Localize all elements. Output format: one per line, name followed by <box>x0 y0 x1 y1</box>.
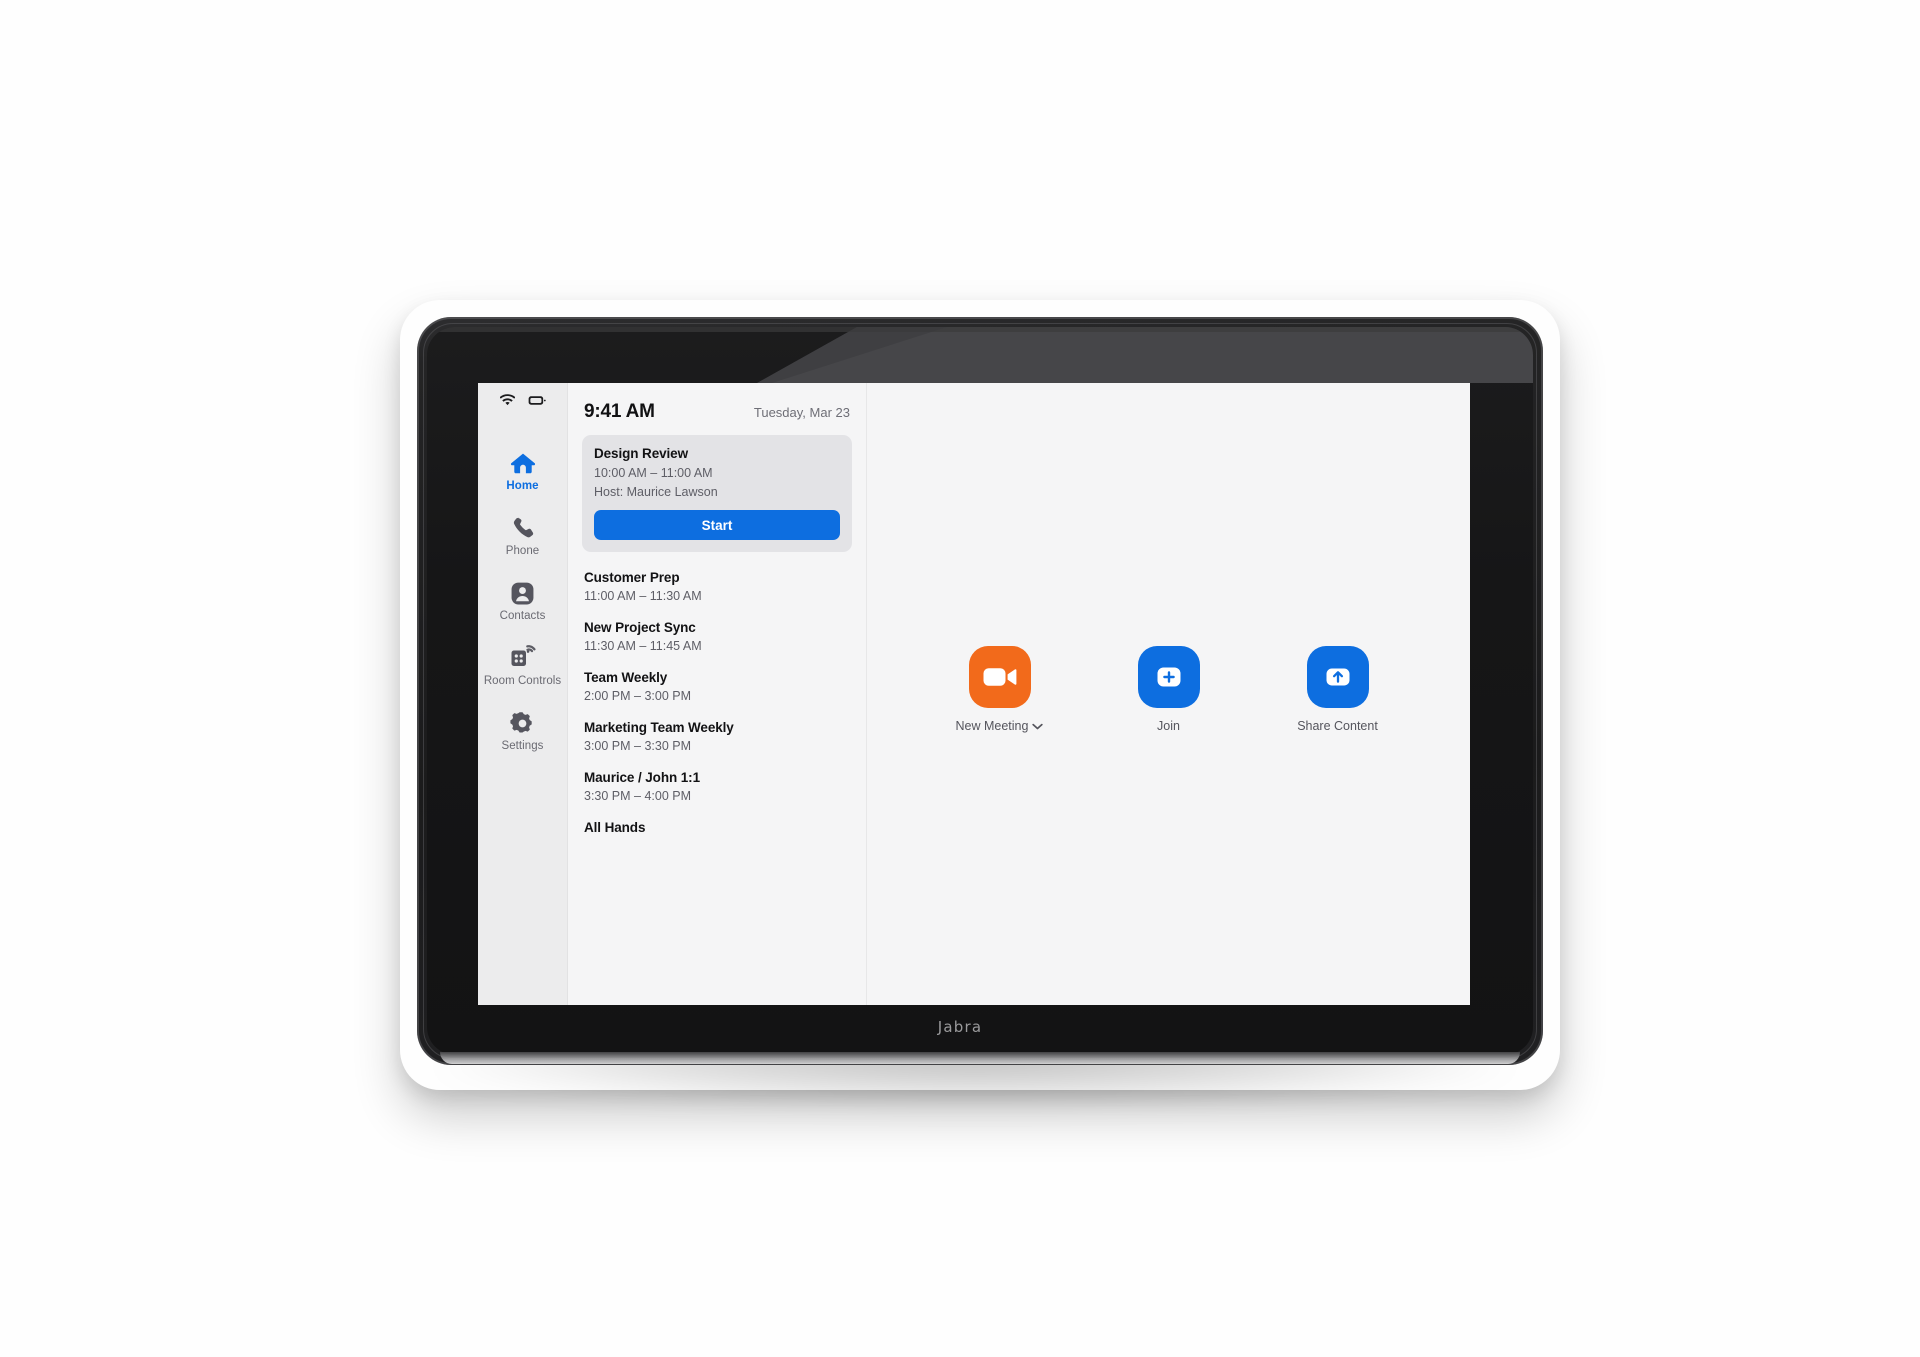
list-item[interactable]: Marketing Team Weekly 3:00 PM – 3:30 PM <box>582 712 852 762</box>
meeting-host: Host: Maurice Lawson <box>594 485 718 499</box>
status-bar <box>478 383 567 417</box>
action-label: Share Content <box>1297 718 1378 733</box>
quick-actions-panel: New Meeting Join Share Content <box>867 383 1470 1005</box>
sidebar-item-label: Home <box>506 480 539 492</box>
share-content-tile <box>1306 645 1369 708</box>
list-item[interactable]: Customer Prep 11:00 AM – 11:30 AM <box>582 562 852 612</box>
meeting-time: 3:30 PM – 4:00 PM <box>584 789 692 803</box>
sidebar-item-label: Room Controls <box>483 675 562 687</box>
join-button[interactable]: Join <box>1109 645 1229 733</box>
meeting-header: 9:41 AM Tuesday, Mar 23 <box>582 383 852 435</box>
phone-icon <box>509 514 537 542</box>
meeting-time: 2:00 PM – 3:00 PM <box>584 689 692 703</box>
action-label: New Meeting <box>955 718 1029 733</box>
gear-icon <box>509 709 537 737</box>
sidebar-item-label: Contacts <box>499 610 546 622</box>
wifi-icon <box>498 393 516 411</box>
meeting-title: Design Review <box>594 446 688 461</box>
sidebar-item-home[interactable]: Home <box>482 449 564 493</box>
current-meeting-card[interactable]: Design Review 10:00 AM – 11:00 AM Host: … <box>582 435 852 552</box>
share-content-label-wrap: Share Content <box>1297 719 1378 733</box>
plus-in-screen-icon <box>1157 667 1180 686</box>
list-item[interactable]: Maurice / John 1:1 3:30 PM – 4:00 PM <box>582 762 852 812</box>
new-meeting-button[interactable]: New Meeting <box>940 645 1060 733</box>
contacts-icon <box>509 579 537 607</box>
meeting-title: Maurice / John 1:1 <box>584 770 700 785</box>
sidebar-item-phone[interactable]: Phone <box>482 514 564 558</box>
meeting-time: 11:30 AM – 11:45 AM <box>584 639 702 653</box>
action-label: Join <box>1157 718 1180 733</box>
meeting-title: Customer Prep <box>584 570 680 585</box>
chevron-down-icon[interactable] <box>1032 719 1044 733</box>
meeting-title: New Project Sync <box>584 620 696 635</box>
jabra-wordmark: Jabra <box>937 1018 983 1036</box>
meeting-title: Team Weekly <box>584 670 668 685</box>
list-item[interactable]: New Project Sync 11:30 AM – 11:45 AM <box>582 612 852 662</box>
sidebar-nav: Home Phone Contacts Room Controls Settin… <box>478 383 568 1005</box>
new-meeting-tile <box>968 645 1031 708</box>
meeting-time: 3:00 PM – 3:30 PM <box>584 739 692 753</box>
sidebar-item-room-controls[interactable]: Room Controls <box>482 644 564 688</box>
touch-screen: Home Phone Contacts Room Controls Settin… <box>478 383 1470 1005</box>
sidebar-item-contacts[interactable]: Contacts <box>482 579 564 623</box>
join-label-wrap: Join <box>1157 719 1180 733</box>
meeting-title: All Hands <box>584 820 646 835</box>
sidebar-item-label: Phone <box>505 545 540 557</box>
current-time: 9:41 AM <box>584 401 655 422</box>
video-camera-icon <box>983 667 1016 686</box>
meeting-time: 10:00 AM – 11:00 AM <box>594 466 713 480</box>
sidebar-item-label: Settings <box>501 740 544 752</box>
share-content-button[interactable]: Share Content <box>1278 645 1398 733</box>
meeting-list-panel: 9:41 AM Tuesday, Mar 23 Design Review 10… <box>568 383 867 1005</box>
battery-icon <box>528 393 546 411</box>
room-controls-icon <box>509 644 537 672</box>
new-meeting-label-wrap: New Meeting <box>956 719 1044 733</box>
join-tile <box>1137 645 1200 708</box>
device-base-lip <box>440 1052 1520 1064</box>
sidebar-item-settings[interactable]: Settings <box>482 709 564 753</box>
list-item-partial[interactable]: All Hands <box>582 812 852 844</box>
home-icon <box>509 449 537 477</box>
meeting-title: Marketing Team Weekly <box>584 720 734 735</box>
meeting-time: 11:00 AM – 11:30 AM <box>584 589 702 603</box>
sidebar-item-list: Home Phone Contacts Room Controls Settin… <box>478 449 567 753</box>
list-item[interactable]: Team Weekly 2:00 PM – 3:00 PM <box>582 662 852 712</box>
screenshot-root: Jabra Home Phone Contacts Room Controls … <box>0 0 1920 1357</box>
current-date: Tuesday, Mar 23 <box>753 405 850 420</box>
start-meeting-button[interactable]: Start <box>594 510 840 540</box>
share-up-arrow-icon <box>1326 668 1349 685</box>
